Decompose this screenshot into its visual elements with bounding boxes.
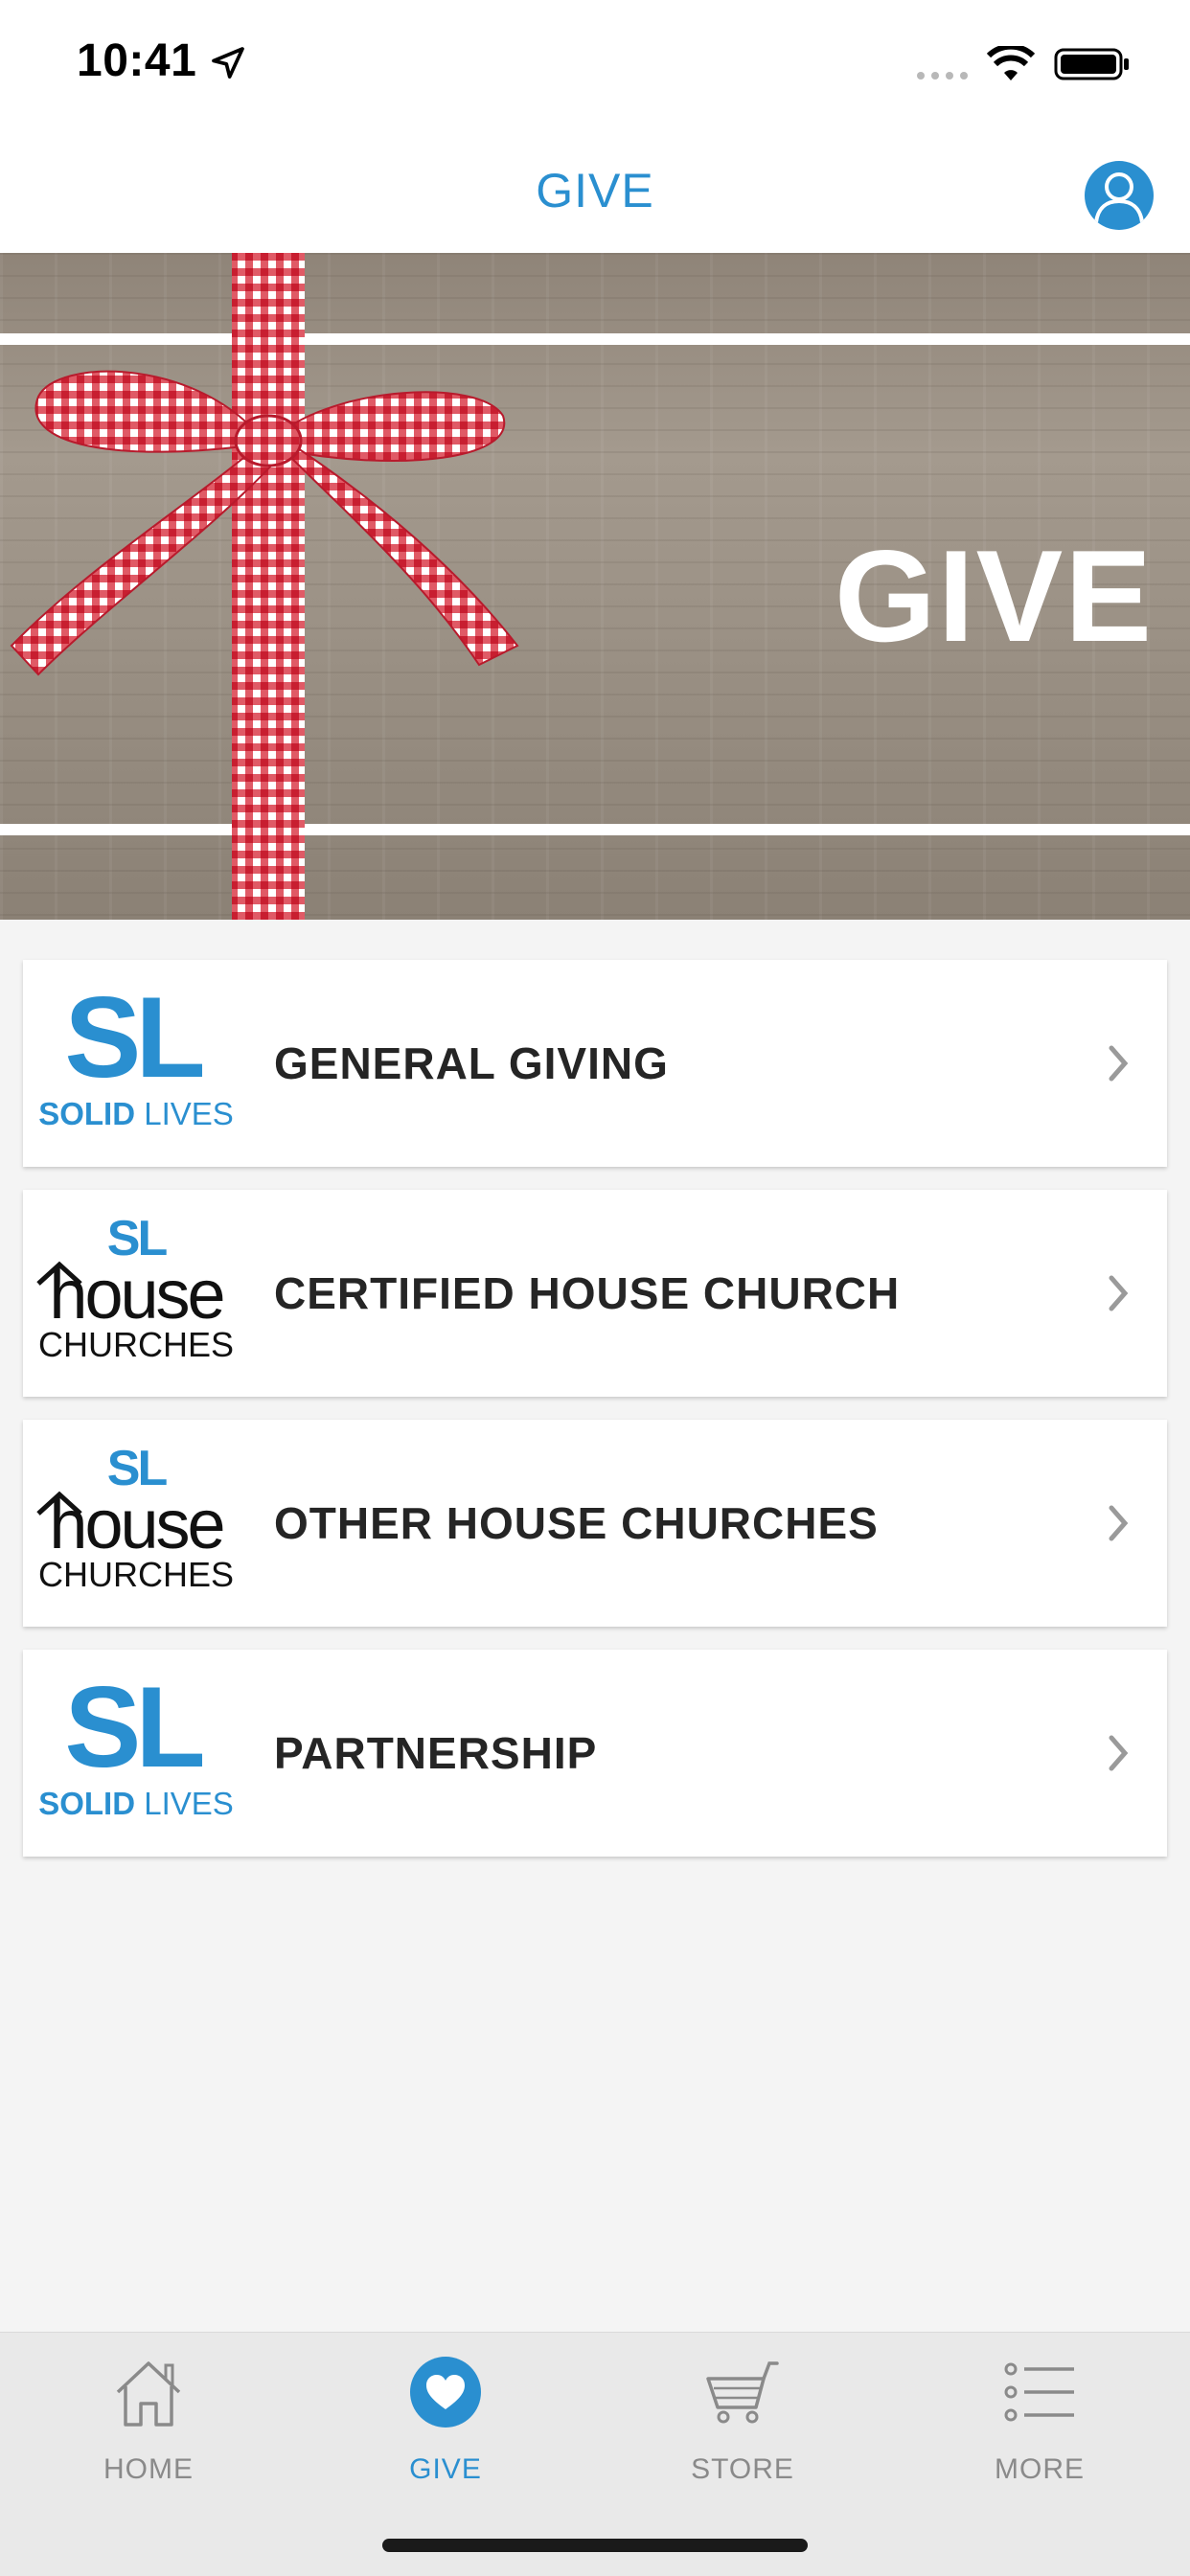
profile-button[interactable]: [1085, 161, 1154, 230]
heart-icon: [410, 2357, 481, 2428]
certified-house-church-item[interactable]: SL house CHURCHES CERTIFIED HOUSE CHURCH: [23, 1190, 1167, 1397]
chevron-right-icon: [1109, 1735, 1129, 1771]
home-indicator[interactable]: [382, 2539, 808, 2552]
svg-text:CHURCHES: CHURCHES: [38, 1555, 234, 1594]
tab-label: STORE: [691, 2453, 794, 2485]
solid-lives-logo: SL SOLID LIVES: [38, 981, 234, 1131]
list-icon: [1004, 2362, 1074, 2422]
giving-option-label: CERTIFIED HOUSE CHURCH: [274, 1268, 901, 1318]
general-giving-item[interactable]: SL SOLID LIVES GENERAL GIVING: [23, 960, 1167, 1167]
tab-home[interactable]: HOME: [0, 2333, 297, 2505]
location-arrow-icon: [212, 47, 244, 79]
chevron-right-icon: [1109, 1045, 1129, 1082]
home-icon: [116, 2361, 181, 2427]
house-churches-logo: SL house CHURCHES: [36, 1441, 234, 1594]
svg-text:SOLID LIVES: SOLID LIVES: [38, 1096, 234, 1131]
status-time: 10:41: [77, 35, 197, 86]
giving-options-list: SL SOLID LIVES GENERAL GIVING SL house C…: [23, 960, 1167, 1880]
tab-store[interactable]: STORE: [594, 2333, 891, 2505]
battery-icon: [1054, 48, 1129, 80]
tab-more[interactable]: MORE: [891, 2333, 1188, 2505]
giving-option-label: GENERAL GIVING: [274, 1038, 669, 1088]
chevron-right-icon: [1109, 1275, 1129, 1311]
gift-ribbon-icon: [10, 253, 519, 920]
partnership-item[interactable]: SL SOLID LIVES PARTNERSHIP: [23, 1650, 1167, 1857]
tab-label: MORE: [995, 2453, 1085, 2485]
giving-option-label: PARTNERSHIP: [274, 1728, 598, 1778]
user-circle-icon: [1094, 172, 1144, 223]
svg-text:house: house: [49, 1257, 222, 1334]
solid-lives-logo: SL SOLID LIVES: [38, 1671, 234, 1821]
nav-header: GIVE: [0, 128, 1190, 253]
tab-label: GIVE: [409, 2453, 482, 2485]
page-title: GIVE: [536, 164, 654, 217]
chevron-right-icon: [1109, 1505, 1129, 1541]
banner-title: GIVE: [835, 523, 1154, 669]
svg-text:CHURCHES: CHURCHES: [38, 1325, 234, 1364]
cellular-signal-icon: [917, 72, 968, 80]
tab-label: HOME: [103, 2453, 194, 2485]
give-banner: GIVE: [0, 253, 1190, 920]
status-bar: 10:41: [0, 0, 1190, 128]
svg-text:SOLID LIVES: SOLID LIVES: [38, 1786, 234, 1821]
svg-text:house: house: [49, 1487, 222, 1563]
cart-icon: [706, 2361, 779, 2424]
wifi-icon: [987, 46, 1035, 80]
giving-option-label: OTHER HOUSE CHURCHES: [274, 1498, 879, 1548]
tab-give[interactable]: GIVE: [297, 2333, 594, 2505]
svg-text:SL: SL: [64, 1671, 202, 1791]
other-house-churches-item[interactable]: SL house CHURCHES OTHER HOUSE CHURCHES: [23, 1420, 1167, 1627]
house-churches-logo: SL house CHURCHES: [36, 1211, 234, 1364]
svg-text:SL: SL: [64, 981, 202, 1102]
